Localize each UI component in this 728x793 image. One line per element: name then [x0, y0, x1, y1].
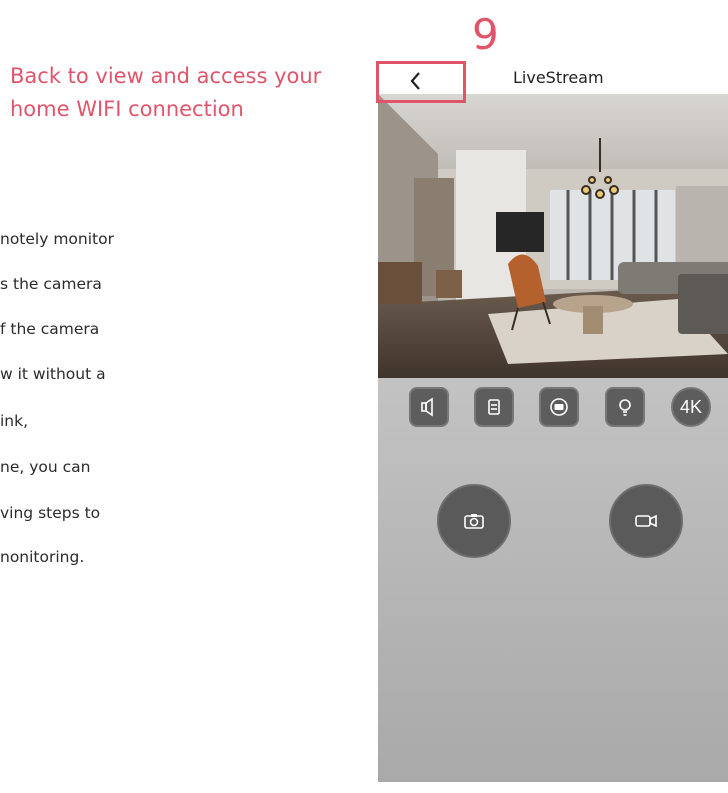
bulb-icon [619, 399, 631, 416]
sd-card-icon [550, 398, 568, 416]
hourglass-icon [488, 399, 500, 415]
sd-card-button[interactable] [539, 387, 579, 427]
instruction-line: notely monitor [0, 230, 114, 248]
speaker-icon [421, 397, 433, 417]
step-number: 9 [472, 10, 499, 59]
resolution-label: 4K [679, 396, 703, 417]
live-video-feed[interactable] [378, 94, 728, 378]
annotation-line-2: home WIFI connection [10, 97, 244, 121]
bulb-button[interactable] [605, 387, 645, 427]
record-button[interactable] [609, 484, 683, 558]
instruction-line: s the camera [0, 275, 102, 293]
control-toolbar: 4K [378, 387, 728, 431]
video-icon [635, 514, 657, 528]
annotation-text: Back to view and access your home WIFI c… [10, 60, 360, 126]
camera-icon [464, 514, 484, 529]
instruction-line: ving steps to [0, 504, 101, 522]
hourglass-button[interactable] [474, 387, 514, 427]
annotation-line-1: Back to view and access your [10, 64, 322, 88]
page-title: LiveStream [513, 68, 604, 87]
phone-screen: LiveStream 4K [378, 22, 728, 782]
instruction-line: w it without a [0, 365, 106, 383]
instruction-line: ink, [0, 412, 29, 430]
resolution-button[interactable]: 4K [671, 387, 711, 427]
living-room-image [378, 94, 728, 378]
snapshot-button[interactable] [437, 484, 511, 558]
speaker-button[interactable] [409, 387, 449, 427]
instruction-line: f the camera [0, 320, 100, 338]
instruction-line: nonitoring. [0, 548, 85, 566]
back-button-highlight [376, 61, 466, 103]
instruction-line: ne, you can [0, 458, 91, 476]
